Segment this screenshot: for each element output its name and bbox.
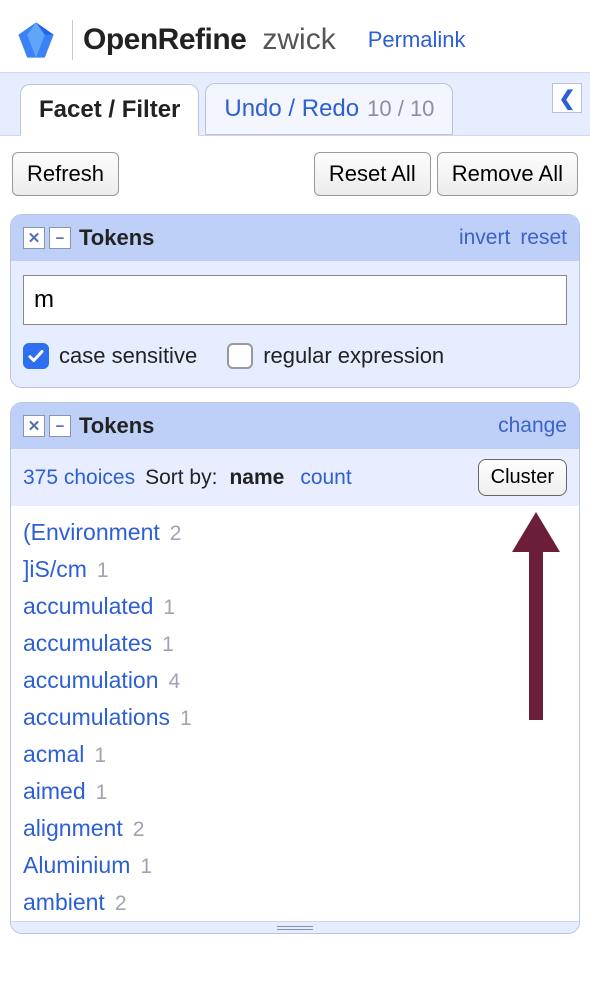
choice-label[interactable]: (Environment	[23, 519, 160, 546]
choice-label[interactable]: accumulations	[23, 704, 170, 731]
minimize-facet-button[interactable]: −	[49, 227, 71, 249]
tab-label: Facet / Filter	[39, 96, 180, 124]
close-facet-button[interactable]: ✕	[23, 415, 45, 437]
close-icon: ✕	[28, 231, 41, 246]
filter-text-input[interactable]	[34, 286, 556, 314]
choice-count: 1	[94, 744, 106, 768]
facet-header: ✕ − Tokens invert reset	[11, 215, 579, 261]
checkbox-label: regular expression	[263, 343, 444, 369]
sort-by-label: Sort by:	[145, 466, 217, 490]
checkbox-icon	[227, 343, 253, 369]
list-item: aimed 1	[23, 773, 567, 810]
choice-count: 1	[162, 633, 174, 657]
checkbox-icon	[23, 343, 49, 369]
choice-label[interactable]: accumulates	[23, 630, 152, 657]
change-link[interactable]: change	[498, 414, 567, 438]
choice-count: 1	[163, 596, 175, 620]
choice-list: (Environment2]iS/cm1accumulated1accumula…	[11, 506, 579, 921]
choice-count: 2	[170, 522, 182, 546]
permalink-link[interactable]: Permalink	[368, 27, 466, 53]
choice-label[interactable]: ]iS/cm	[23, 556, 87, 583]
choice-label[interactable]: Aluminium	[23, 852, 130, 879]
facet-actions-row: Refresh Reset All Remove All	[0, 136, 590, 208]
tab-undo-redo[interactable]: Undo / Redo 10 / 10	[205, 83, 453, 135]
choice-label[interactable]: acmal	[23, 741, 84, 768]
brand-name: OpenRefine	[83, 23, 246, 57]
list-item: ]iS/cm 1	[23, 551, 567, 588]
facet-title: Tokens	[79, 225, 154, 251]
checkbox-label: case sensitive	[59, 343, 197, 369]
undo-redo-count: 10 / 10	[367, 96, 434, 122]
choice-count: 1	[96, 781, 108, 805]
choice-label[interactable]: aimed	[23, 778, 86, 805]
reset-all-button[interactable]: Reset All	[314, 152, 431, 196]
choice-count: 1	[140, 855, 152, 879]
reset-link[interactable]: reset	[520, 226, 567, 250]
diamond-logo-icon	[14, 18, 58, 62]
list-item: accumulates 1	[23, 625, 567, 662]
tab-bar: Facet / Filter Undo / Redo 10 / 10 ❮	[0, 72, 590, 136]
invert-link[interactable]: invert	[459, 226, 510, 250]
choice-label[interactable]: alignment	[23, 815, 123, 842]
choice-count: 1	[97, 559, 109, 583]
facet-title: Tokens	[79, 413, 154, 439]
vertical-divider	[72, 20, 73, 60]
cluster-button[interactable]: Cluster	[478, 459, 567, 496]
list-item: Aluminium 1	[23, 847, 567, 884]
project-name: zwick	[262, 23, 335, 57]
app-header: OpenRefine zwick Permalink	[0, 0, 590, 72]
case-sensitive-checkbox[interactable]: case sensitive	[23, 343, 197, 369]
collapse-panel-button[interactable]: ❮	[552, 83, 582, 113]
list-item: ambient 2	[23, 884, 567, 921]
close-icon: ✕	[28, 419, 41, 434]
remove-all-button[interactable]: Remove All	[437, 152, 578, 196]
choice-count: 2	[133, 818, 145, 842]
list-item: accumulation 4	[23, 662, 567, 699]
tab-facet-filter[interactable]: Facet / Filter	[20, 84, 199, 136]
list-item: (Environment 2	[23, 514, 567, 551]
list-facet: ✕ − Tokens change 375 choices Sort by: n…	[10, 402, 580, 934]
choice-label[interactable]: accumulation	[23, 667, 159, 694]
tab-label: Undo / Redo	[224, 95, 359, 123]
choice-label[interactable]: accumulated	[23, 593, 153, 620]
facet-header: ✕ − Tokens change	[11, 403, 579, 449]
text-filter-facet: ✕ − Tokens invert reset case sensitive r…	[10, 214, 580, 388]
sort-by-name[interactable]: name	[229, 466, 284, 490]
filter-input-wrapper	[23, 275, 567, 325]
choice-label[interactable]: ambient	[23, 889, 105, 916]
list-facet-controls: 375 choices Sort by: name count Cluster	[11, 449, 579, 506]
chevron-left-icon: ❮	[559, 86, 576, 111]
minus-icon: −	[56, 419, 65, 434]
text-filter-body: case sensitive regular expression	[11, 261, 579, 387]
list-item: alignment 2	[23, 810, 567, 847]
facet-resize-handle[interactable]	[11, 921, 579, 933]
resize-grip-icon	[277, 926, 313, 930]
choice-count: 4	[169, 670, 181, 694]
choices-count-link[interactable]: 375 choices	[23, 466, 135, 490]
list-item: acmal 1	[23, 736, 567, 773]
choice-count: 1	[180, 707, 192, 731]
minus-icon: −	[56, 231, 65, 246]
list-item: accumulated 1	[23, 588, 567, 625]
sort-by-count[interactable]: count	[300, 466, 351, 490]
choice-count: 2	[115, 892, 127, 916]
list-item: accumulations 1	[23, 699, 567, 736]
minimize-facet-button[interactable]: −	[49, 415, 71, 437]
refresh-button[interactable]: Refresh	[12, 152, 119, 196]
regex-checkbox[interactable]: regular expression	[227, 343, 444, 369]
close-facet-button[interactable]: ✕	[23, 227, 45, 249]
